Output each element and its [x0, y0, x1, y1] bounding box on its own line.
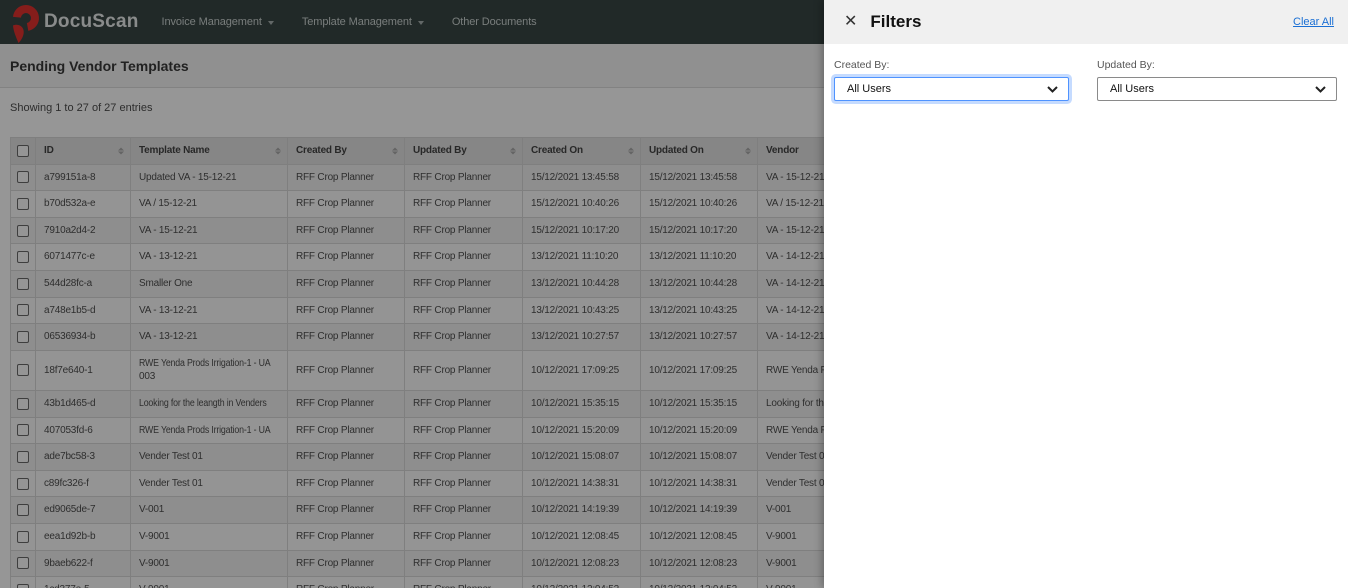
updated-by-label: Updated By:: [1097, 59, 1155, 71]
updated-by-select[interactable]: All Users: [1097, 77, 1337, 101]
selected-value: All Users: [847, 83, 892, 95]
created-by-select[interactable]: All Users: [834, 77, 1069, 101]
filters-panel-header: ✕ Filters Clear All: [824, 0, 1348, 44]
created-by-filter-group: Created By: All Users: [834, 59, 1069, 101]
filters-panel: ✕ Filters Clear All Created By: All Users…: [824, 0, 1348, 588]
updated-by-filter-group: Updated By: All Users: [1097, 59, 1337, 101]
created-by-label: Created By:: [834, 59, 890, 71]
filters-panel-body: Created By: All Users Updated By: All Users: [824, 44, 1348, 101]
chevron-down-icon: [1047, 85, 1058, 93]
clear-all-link[interactable]: Clear All: [1293, 16, 1334, 28]
chevron-down-icon: [1315, 85, 1326, 93]
filters-title: Filters: [870, 12, 922, 31]
close-icon[interactable]: ✕: [844, 14, 857, 30]
selected-value: All Users: [1110, 83, 1155, 95]
